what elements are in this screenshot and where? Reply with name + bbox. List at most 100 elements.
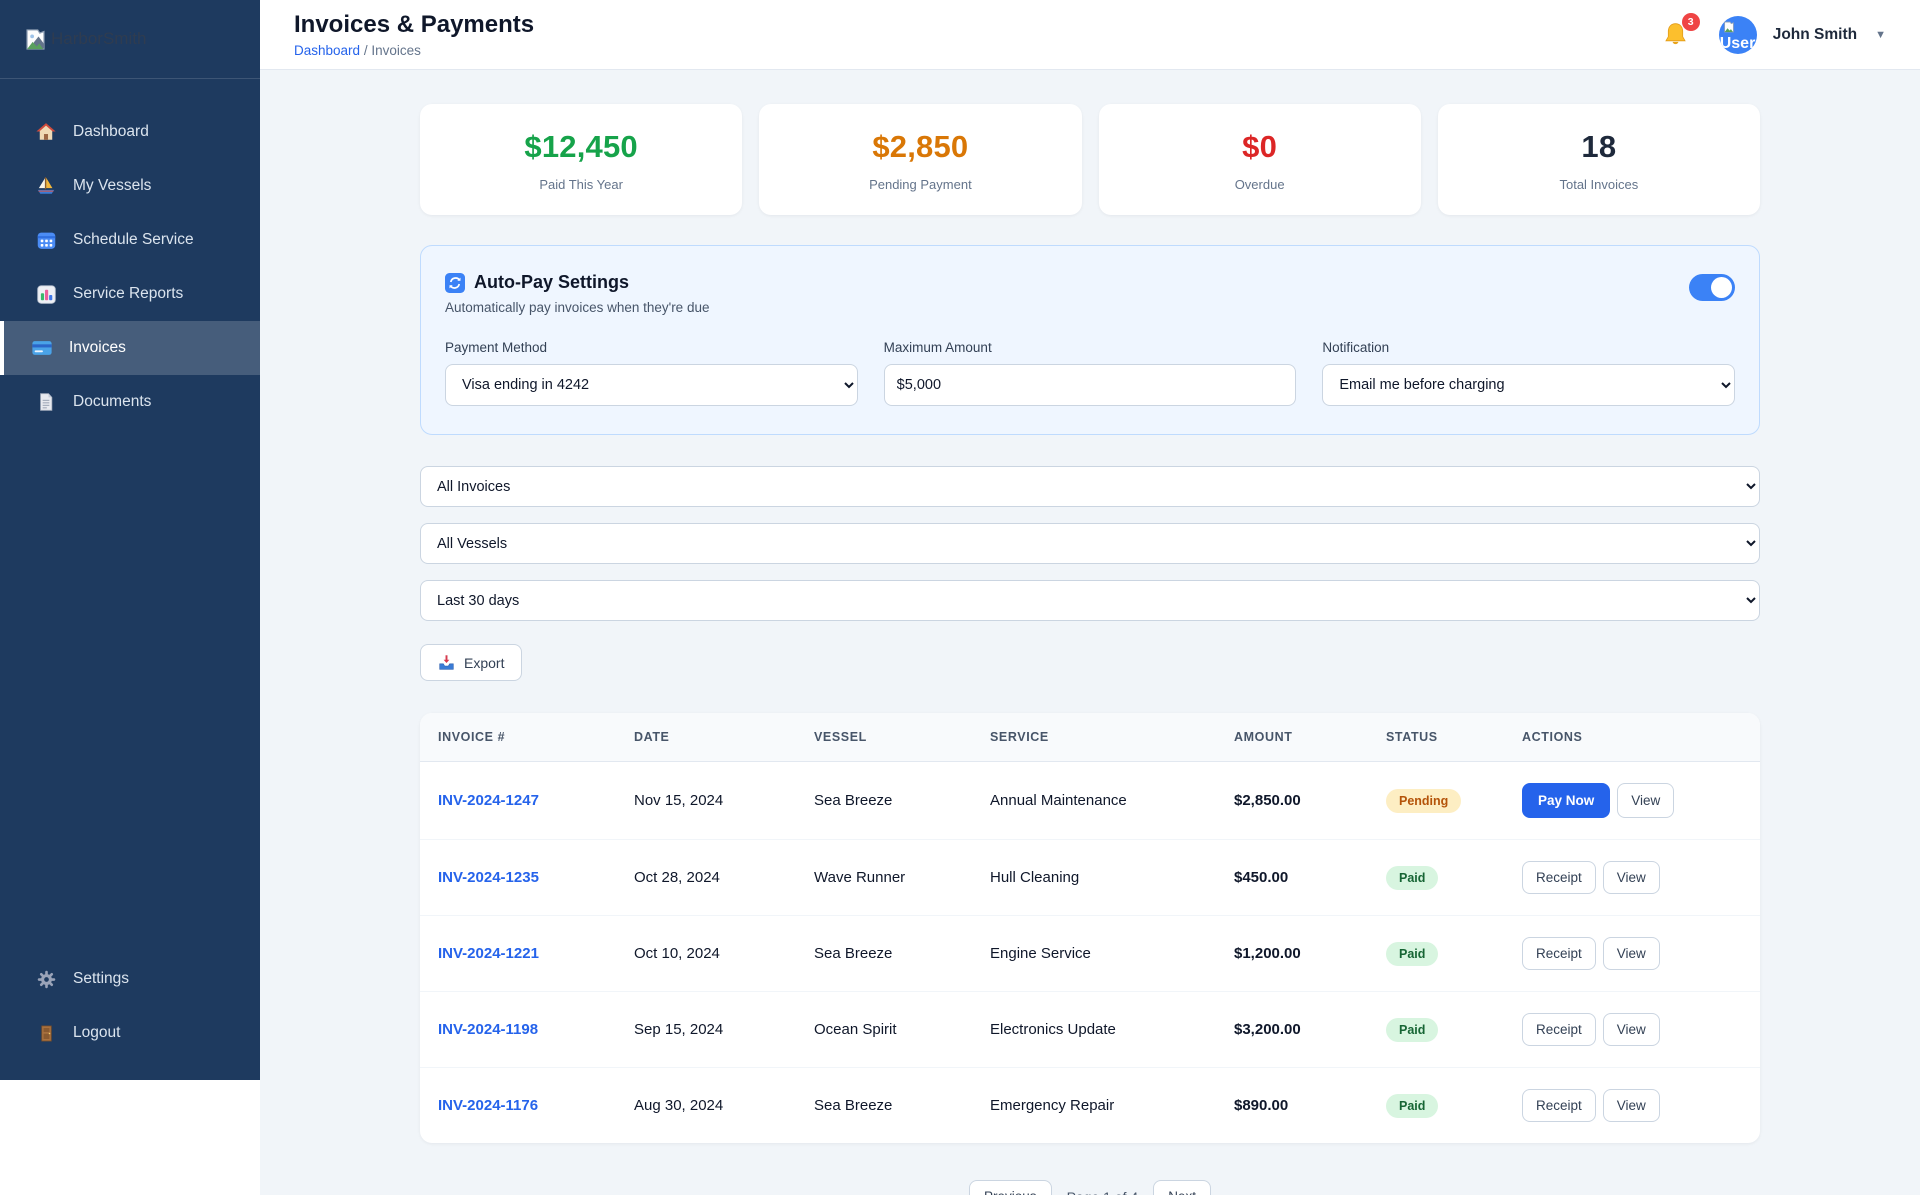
invoice-service: Hull Cleaning (974, 839, 1218, 916)
sidebar-item-label: Schedule Service (73, 231, 194, 248)
stat-cards: $12,450 Paid This Year $2,850 Pending Pa… (420, 104, 1760, 215)
chevron-down-icon[interactable]: ▼ (1875, 29, 1886, 41)
table-row: INV-2024-1221 Oct 10, 2024 Sea Breeze En… (420, 915, 1760, 992)
autopay-sync-icon (445, 272, 465, 293)
invoice-service: Annual Maintenance (990, 792, 1127, 809)
invoice-vessel: Wave Runner (798, 839, 974, 916)
receipt-button[interactable]: Receipt (1522, 937, 1596, 970)
stat-card-pending-payment: $2,850 Pending Payment (759, 104, 1082, 215)
sidebar-item-my-vessels[interactable]: My Vessels (0, 159, 260, 213)
home-icon (34, 121, 58, 143)
table-header-row: Invoice # Date Vessel Service Amount Sta… (420, 713, 1760, 762)
row-actions: Receipt View (1522, 861, 1744, 894)
view-button[interactable]: View (1602, 1013, 1660, 1046)
payment-method-select[interactable]: Visa ending in 4242 (445, 364, 858, 406)
page-header: Invoices & Payments Dashboard / Invoices… (260, 0, 1920, 70)
autopay-subtitle: Automatically pay invoices when they're … (445, 300, 710, 315)
row-actions: Receipt View (1522, 937, 1744, 970)
status-badge: Paid (1386, 941, 1439, 966)
invoice-vessel: Sea Breeze (798, 1067, 974, 1143)
invoice-number-link[interactable]: INV-2024-1176 (438, 1097, 538, 1114)
document-icon (34, 392, 58, 412)
sidebar-item-service-reports[interactable]: Service Reports (0, 267, 260, 321)
invoice-number-link[interactable]: INV-2024-1247 (438, 792, 539, 809)
autopay-toggle[interactable] (1689, 274, 1735, 301)
breadcrumb-current: Invoices (371, 42, 421, 58)
sidebar: HarborSmith Dashboard My Vessels Schedul… (0, 0, 260, 1080)
invoice-status-filter[interactable]: All Invoices (420, 466, 1760, 507)
view-button[interactable]: View (1617, 783, 1675, 818)
stat-card-overdue: $0 Overdue (1098, 104, 1421, 215)
bar-chart-icon (34, 284, 58, 305)
notifications-button[interactable]: 3 (1662, 13, 1700, 48)
sidebar-item-logout[interactable]: Logout (0, 1006, 260, 1060)
sidebar-footer: Settings Logout (0, 952, 260, 1080)
sidebar-item-label: Logout (73, 1024, 121, 1041)
sidebar-item-settings[interactable]: Settings (0, 952, 260, 1006)
credit-card-icon (30, 337, 54, 359)
notification-select[interactable]: Email me before charging (1322, 364, 1735, 406)
column-header-vessel: Vessel (798, 713, 974, 762)
table-row: INV-2024-1247 Nov 15, 2024 Sea Breeze An… (420, 762, 1760, 840)
sidebar-item-dashboard[interactable]: Dashboard (0, 105, 260, 159)
autopay-title-row: Auto-Pay Settings (445, 272, 709, 293)
page-title: Invoices & Payments (294, 11, 535, 39)
logo-alt-text: HarborSmith (51, 29, 147, 48)
door-icon (34, 1024, 58, 1043)
autopay-title: Auto-Pay Settings (474, 272, 630, 292)
stat-value: $12,450 (524, 129, 638, 164)
stat-label: Paid This Year (539, 177, 623, 192)
invoice-amount: $3,200.00 (1218, 991, 1370, 1068)
sidebar-item-documents[interactable]: Documents (0, 375, 260, 429)
export-button-label: Export (464, 654, 505, 671)
user-name[interactable]: John Smith (1773, 26, 1857, 44)
next-page-button[interactable]: Next (1153, 1180, 1211, 1195)
view-button[interactable]: View (1602, 937, 1660, 970)
sidebar-item-label: Documents (73, 393, 152, 410)
header-titles: Invoices & Payments Dashboard / Invoices (294, 11, 534, 58)
export-button[interactable]: Export (420, 644, 523, 681)
invoices-table: Invoice # Date Vessel Service Amount Sta… (420, 713, 1760, 1143)
notification-count-badge: 3 (1681, 13, 1700, 31)
receipt-button[interactable]: Receipt (1522, 1089, 1596, 1122)
status-badge: Paid (1386, 865, 1439, 890)
maximum-amount-input[interactable] (883, 364, 1297, 406)
invoice-date: Aug 30, 2024 (618, 1067, 798, 1143)
invoice-number-link[interactable]: INV-2024-1198 (438, 1021, 538, 1038)
breadcrumb-dashboard-link[interactable]: Dashboard (294, 43, 360, 58)
stat-value: $2,850 (872, 129, 969, 164)
sidebar-item-label: Settings (73, 970, 130, 987)
invoice-amount: $2,850.00 (1234, 792, 1301, 809)
column-header-invoice: Invoice # (420, 713, 618, 762)
toggle-knob (1711, 277, 1732, 298)
avatar-alt-text: User (1719, 34, 1756, 52)
sidebar-item-schedule-service[interactable]: Schedule Service (0, 213, 260, 267)
table-row: INV-2024-1176 Aug 30, 2024 Sea Breeze Em… (420, 1067, 1760, 1143)
stat-value: 18 (1581, 129, 1617, 164)
breadcrumb-separator: / (363, 42, 368, 58)
pay-now-button[interactable]: Pay Now (1522, 783, 1611, 818)
invoice-service: Engine Service (974, 915, 1218, 992)
calendar-icon (34, 230, 58, 251)
view-button[interactable]: View (1602, 861, 1660, 894)
autopay-settings-panel: Auto-Pay Settings Automatically pay invo… (420, 245, 1760, 435)
avatar[interactable]: User (1718, 15, 1757, 54)
sidebar-item-label: My Vessels (73, 177, 152, 194)
invoice-date: Oct 10, 2024 (618, 915, 798, 992)
invoice-amount: $890.00 (1218, 1067, 1370, 1143)
page-info: Page 1 of 4 (1067, 1189, 1139, 1195)
previous-page-button[interactable]: Previous (969, 1180, 1052, 1195)
sidebar-item-invoices[interactable]: Invoices (0, 321, 260, 375)
invoice-date: Oct 28, 2024 (618, 839, 798, 916)
date-range-filter[interactable]: Last 30 days (420, 580, 1760, 621)
receipt-button[interactable]: Receipt (1522, 861, 1596, 894)
breadcrumb: Dashboard / Invoices (294, 43, 534, 58)
view-button[interactable]: View (1602, 1089, 1660, 1122)
inbox-tray-icon (438, 654, 455, 671)
vessel-filter[interactable]: All Vessels (420, 523, 1760, 564)
invoice-number-link[interactable]: INV-2024-1221 (438, 945, 539, 962)
receipt-button[interactable]: Receipt (1522, 1013, 1596, 1046)
invoice-number-link[interactable]: INV-2024-1235 (438, 869, 539, 886)
sidebar-nav: Dashboard My Vessels Schedule Service Se… (0, 79, 260, 429)
header-controls: 3 User John Smith ▼ (1662, 13, 1886, 54)
